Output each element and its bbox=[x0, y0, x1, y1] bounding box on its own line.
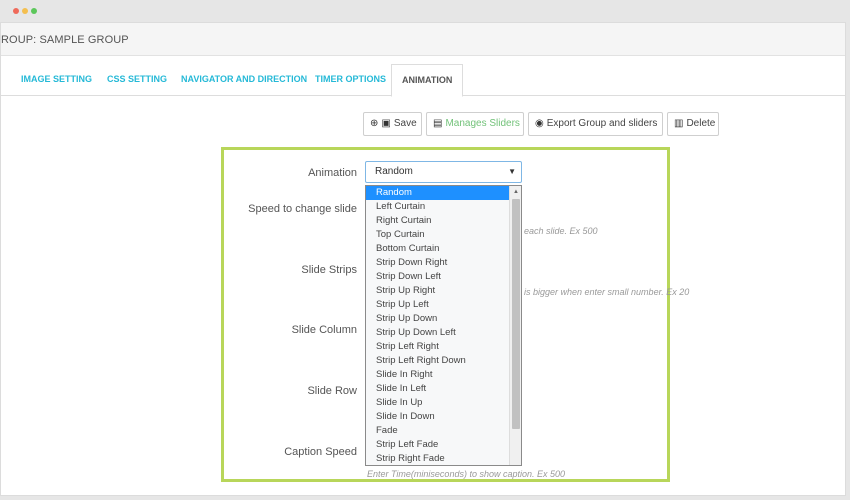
select-option[interactable]: Strip Left Right Down bbox=[366, 354, 509, 368]
select-option[interactable]: Random bbox=[366, 186, 509, 200]
speed-label: Speed to change slide bbox=[248, 203, 357, 215]
close-window-dot[interactable] bbox=[13, 8, 19, 14]
strips-label: Slide Strips bbox=[301, 264, 357, 276]
film-icon: ▤ bbox=[433, 118, 443, 129]
tab-navigator-direction[interactable]: NAVIGATOR AND DIRECTION bbox=[181, 64, 307, 96]
select-option[interactable]: Slide In Down bbox=[366, 410, 509, 424]
select-option[interactable]: Strip Left Fade bbox=[366, 438, 509, 452]
scroll-up-arrow-icon[interactable]: ▲ bbox=[510, 186, 521, 198]
select-option[interactable]: Slide In Right bbox=[366, 368, 509, 382]
delete-button[interactable]: ▥ Delete bbox=[667, 112, 719, 136]
save-button[interactable]: ⊕ ▣ Save bbox=[363, 112, 422, 136]
speed-help-text: each slide. Ex 500 bbox=[524, 226, 598, 236]
select-option[interactable]: Strip Left Right bbox=[366, 340, 509, 354]
tab-css-setting[interactable]: CSS SETTING bbox=[107, 64, 167, 96]
row-label: Slide Row bbox=[307, 385, 357, 397]
select-option[interactable]: Strip Up Right bbox=[366, 284, 509, 298]
trash-icon: ▥ bbox=[674, 118, 684, 129]
select-option[interactable]: Strip Up Down Left bbox=[366, 326, 509, 340]
plus-circle-icon: ⊕ bbox=[370, 118, 379, 129]
select-option[interactable]: Fade bbox=[366, 424, 509, 438]
animation-label: Animation bbox=[308, 167, 357, 179]
settings-panel: ROUP: SAMPLE GROUP IMAGE SETTING CSS SET… bbox=[0, 22, 846, 496]
select-option[interactable]: Strip Up Left bbox=[366, 298, 509, 312]
select-option[interactable]: Strip Right Fade bbox=[366, 452, 509, 465]
select-option[interactable]: Strip Down Right bbox=[366, 256, 509, 270]
export-group-button[interactable]: ◉ Export Group and sliders bbox=[528, 112, 663, 136]
option-list: Random Left Curtain Right Curtain Top Curta… bbox=[366, 186, 509, 465]
eye-icon: ◉ bbox=[535, 118, 544, 129]
select-option[interactable]: Strip Down Left bbox=[366, 270, 509, 284]
tab-animation[interactable]: ANIMATION bbox=[391, 64, 464, 97]
maximize-window-dot[interactable] bbox=[31, 8, 37, 14]
dropdown-scrollbar[interactable]: ▲ bbox=[509, 186, 521, 465]
manages-sliders-button[interactable]: ▤ Manages Sliders bbox=[426, 112, 524, 136]
scroll-thumb[interactable] bbox=[512, 199, 520, 429]
tab-bar: IMAGE SETTING CSS SETTING NAVIGATOR AND … bbox=[1, 64, 845, 97]
select-option[interactable]: Slide In Up bbox=[366, 396, 509, 410]
tab-timer-options[interactable]: TIMER OPTIONS bbox=[315, 64, 386, 96]
strips-help-text: is bigger when enter small number. Ex 20 bbox=[524, 287, 690, 297]
animation-dropdown-list: Random Left Curtain Right Curtain Top Curta… bbox=[365, 185, 522, 466]
minimize-window-dot[interactable] bbox=[22, 8, 28, 14]
window-chrome bbox=[0, 0, 850, 22]
column-label: Slide Column bbox=[291, 324, 357, 336]
select-option[interactable]: Left Curtain bbox=[366, 200, 509, 214]
caret-down-icon: ▼ bbox=[508, 167, 516, 176]
group-title: ROUP: SAMPLE GROUP bbox=[1, 34, 129, 46]
select-option[interactable]: Right Curtain bbox=[366, 214, 509, 228]
select-option[interactable]: Bottom Curtain bbox=[366, 242, 509, 256]
caption-help-text: Enter Time(miniseconds) to show caption.… bbox=[367, 469, 566, 479]
select-option[interactable]: Top Curtain bbox=[366, 228, 509, 242]
tab-image-setting[interactable]: IMAGE SETTING bbox=[21, 64, 92, 96]
animation-select[interactable]: Random ▼ bbox=[365, 161, 522, 183]
floppy-disk-icon: ▣ bbox=[381, 118, 391, 129]
group-header: ROUP: SAMPLE GROUP bbox=[1, 23, 845, 56]
select-option[interactable]: Slide In Left bbox=[366, 382, 509, 396]
caption-speed-label: Caption Speed bbox=[284, 446, 357, 458]
select-option[interactable]: Strip Up Down bbox=[366, 312, 509, 326]
animation-select-value: Random bbox=[375, 166, 413, 177]
